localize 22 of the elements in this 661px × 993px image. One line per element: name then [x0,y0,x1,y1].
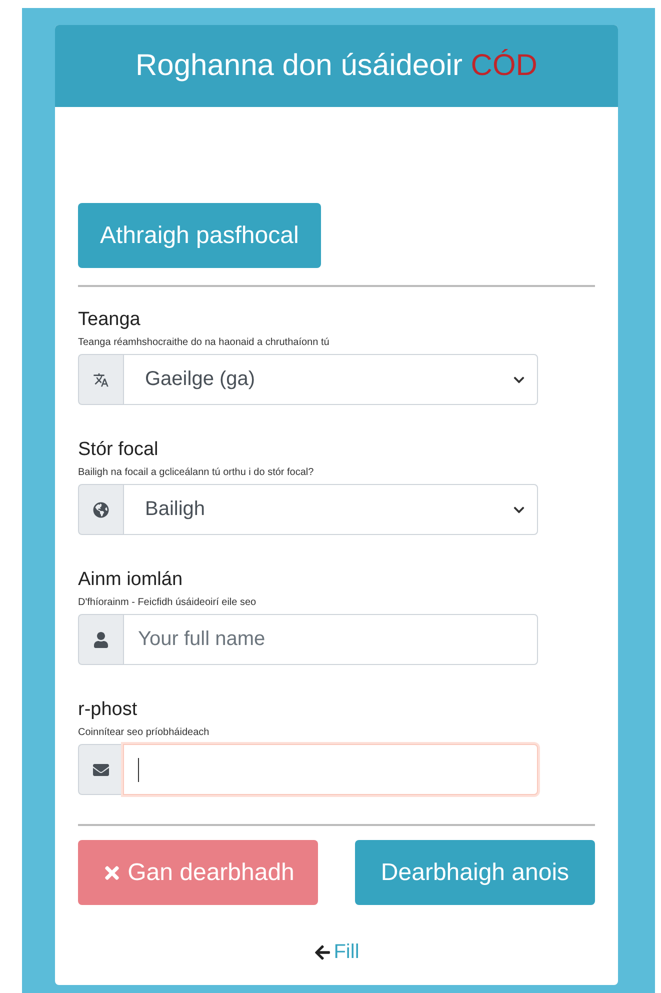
select-field[interactable]: Bailigh [123,484,538,535]
select-field[interactable]: Gaeilge (ga) [123,354,538,405]
card-title: Roghanna don úsáideoir CÓD [136,49,538,83]
field-hint: D'fhíorainm - Feicfidh úsáideoirí eile seo [78,597,258,608]
field-hint: Teanga réamhshocraithe do na haonaid a chruthaíonn tú [78,337,330,348]
envelope-icon [93,762,109,778]
field-label: Teanga [78,309,142,331]
cancel-button[interactable]: Gan dearbhadh [78,840,318,905]
field-hint: Coinnítear seo príobháideach [78,727,210,738]
field-hint: Bailigh na focail a gcliceálann tú orthu i do stór focal? [78,467,315,478]
confirm-button[interactable]: Dearbhaigh anois [355,840,595,905]
field-label: Stór focal [78,439,160,461]
input-field[interactable] [123,744,538,795]
globe-icon [93,502,109,518]
field-label: Ainm iomlán [78,569,184,591]
input-field[interactable]: Your full name [123,614,538,665]
change-password-button[interactable]: Athraigh pasfhocal [78,203,321,268]
user-icon [93,632,109,648]
back-link[interactable]: Fill [314,941,360,964]
translate-icon [93,372,109,388]
arrow-left-icon [314,944,331,961]
field-label: r-phost [78,699,138,721]
